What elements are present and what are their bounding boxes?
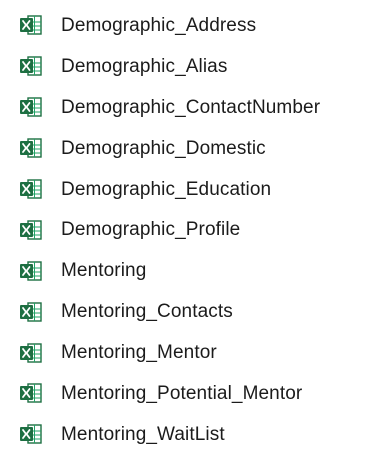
excel-file-icon: [19, 341, 43, 365]
file-list-item[interactable]: Demographic_Profile: [0, 209, 383, 250]
file-list-item[interactable]: Demographic_Domestic: [0, 128, 383, 169]
file-list: Demographic_Address Demographic_Alias De…: [0, 0, 383, 461]
file-list-item[interactable]: Mentoring_Potential_Mentor: [0, 373, 383, 414]
file-name: Mentoring_Mentor: [61, 342, 217, 364]
excel-file-icon: [19, 422, 43, 446]
file-name: Demographic_ContactNumber: [61, 96, 321, 118]
excel-file-icon: [19, 259, 43, 283]
file-list-item[interactable]: Mentoring: [0, 250, 383, 291]
file-list-item[interactable]: Demographic_Address: [0, 5, 383, 46]
excel-file-icon: [19, 95, 43, 119]
excel-file-icon: [19, 218, 43, 242]
excel-file-icon: [19, 136, 43, 160]
excel-file-icon: [19, 54, 43, 78]
file-list-item[interactable]: Mentoring_Contacts: [0, 291, 383, 332]
file-name: Mentoring_WaitList: [61, 423, 225, 445]
file-name: Demographic_Profile: [61, 219, 241, 241]
file-list-item[interactable]: Demographic_ContactNumber: [0, 87, 383, 128]
file-name: Mentoring_Contacts: [61, 301, 233, 323]
file-name: Demographic_Education: [61, 178, 272, 200]
excel-file-icon: [19, 13, 43, 37]
file-name: Mentoring_Potential_Mentor: [61, 382, 303, 404]
excel-file-icon: [19, 381, 43, 405]
file-name: Mentoring: [61, 260, 147, 282]
file-name: Demographic_Address: [61, 14, 257, 36]
excel-file-icon: [19, 177, 43, 201]
file-name: Demographic_Domestic: [61, 137, 266, 159]
file-name: Demographic_Alias: [61, 55, 228, 77]
file-list-item[interactable]: Mentoring_WaitList: [0, 414, 383, 455]
file-list-item[interactable]: Demographic_Education: [0, 169, 383, 210]
file-list-item[interactable]: Mentoring_Mentor: [0, 332, 383, 373]
file-list-item[interactable]: Demographic_Alias: [0, 46, 383, 87]
excel-file-icon: [19, 300, 43, 324]
